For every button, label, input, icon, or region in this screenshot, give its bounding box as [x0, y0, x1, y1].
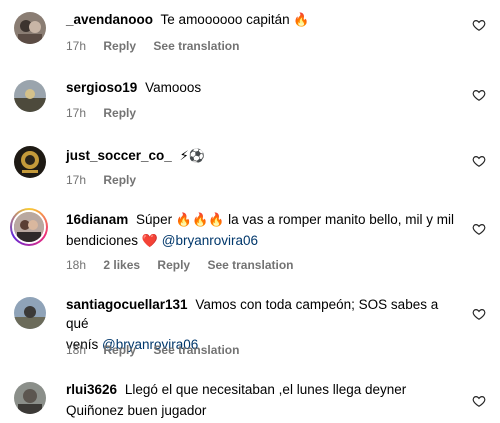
comment-username[interactable]: rlui3626	[66, 382, 117, 397]
comment-text: Quiñonez buen jugador	[66, 403, 207, 418]
comment-text-line: santiagocuellar131 Vamos con toda campeó…	[66, 295, 456, 333]
avatar[interactable]	[14, 12, 46, 44]
avatar-image	[14, 382, 46, 414]
reply-button[interactable]: Reply	[103, 39, 136, 53]
comment-time[interactable]: 17h	[66, 106, 86, 120]
comment-text-line: Quiñonez buen jugador	[66, 401, 456, 420]
heart-outline-icon[interactable]	[472, 18, 486, 32]
comment-time[interactable]: 18h	[66, 343, 86, 357]
comment-username[interactable]: sergioso19	[66, 80, 137, 95]
comment-meta: 17h Reply See translation	[66, 39, 253, 53]
likes-count-button[interactable]: 2 likes	[103, 258, 140, 272]
comment-username[interactable]: _avendanooo	[66, 12, 153, 27]
comment-text-line: sergioso19 Vamooos	[66, 78, 456, 97]
see-translation-button[interactable]: See translation	[153, 39, 239, 53]
see-translation-button[interactable]: See translation	[153, 343, 239, 357]
avatar[interactable]	[14, 146, 46, 178]
comment-meta: 17h Reply	[66, 173, 150, 187]
avatar	[12, 210, 46, 244]
avatar-image	[14, 297, 46, 329]
comment-text: Súper	[136, 212, 173, 227]
comment-time[interactable]: 17h	[66, 39, 86, 53]
comment-text: bendiciones	[66, 233, 139, 248]
avatar-image	[14, 12, 46, 44]
avatar-image	[14, 212, 44, 242]
heart-outline-icon[interactable]	[472, 394, 486, 408]
avatar[interactable]	[14, 382, 46, 414]
comment-text-line: rlui3626 Llegó el que necesitaban ,el lu…	[66, 380, 456, 399]
heart-outline-icon[interactable]	[472, 307, 486, 321]
heart-outline-icon[interactable]	[472, 222, 486, 236]
comment-time[interactable]: 17h	[66, 173, 86, 187]
comment-text: Vamooos	[145, 80, 202, 95]
heart-outline-icon[interactable]	[472, 88, 486, 102]
comment-username[interactable]: santiagocuellar131	[66, 297, 188, 312]
reply-button[interactable]: Reply	[103, 343, 136, 357]
reply-button[interactable]: Reply	[103, 106, 136, 120]
red-heart-emoji: ❤️	[141, 233, 159, 248]
heart-outline-icon[interactable]	[472, 154, 486, 168]
comment-text: Llegó el que necesitaban ,el lunes llega…	[124, 382, 407, 397]
comment-username[interactable]: just_soccer_co_	[66, 148, 172, 163]
comment-text: Te amoooooo capitán	[160, 12, 290, 27]
comment-text: la vas a romper manito bello, mil y mil	[228, 212, 454, 227]
avatar-image	[14, 80, 46, 112]
lightning-soccer-emoji: ⚡⚽	[179, 148, 205, 163]
comment-text-line: just_soccer_co_ ⚡⚽	[66, 146, 456, 165]
comment-list: _avendanooo Te amoooooo capitán 🔥 17h Re…	[0, 0, 500, 423]
comment-meta: 18h 2 likes Reply See translation	[66, 258, 307, 272]
comment-text-line: _avendanooo Te amoooooo capitán 🔥	[66, 10, 456, 29]
avatar[interactable]	[14, 80, 46, 112]
avatar[interactable]	[14, 297, 46, 329]
comment-meta: 17h Reply	[66, 106, 150, 120]
fire-emoji: 🔥🔥🔥	[175, 212, 225, 227]
see-translation-button[interactable]: See translation	[207, 258, 293, 272]
comment-username[interactable]: 16dianam	[66, 212, 128, 227]
comment-text-block: 16dianam Súper 🔥🔥🔥 la vas a romper manit…	[66, 210, 456, 250]
comment-text-block: rlui3626 Llegó el que necesitaban ,el lu…	[66, 380, 456, 420]
reply-button[interactable]: Reply	[103, 173, 136, 187]
avatar-story-ring[interactable]	[10, 208, 48, 246]
reply-button[interactable]: Reply	[157, 258, 190, 272]
comment-time[interactable]: 18h	[66, 258, 86, 272]
mention-link[interactable]: @bryanrovira06	[162, 233, 258, 248]
comment-meta: 18h Reply See translation	[66, 343, 253, 357]
fire-emoji: 🔥	[293, 12, 310, 27]
comment-text-line: bendiciones ❤️ @bryanrovira06	[66, 231, 456, 250]
avatar-image	[14, 146, 46, 178]
comment-text-line: 16dianam Súper 🔥🔥🔥 la vas a romper manit…	[66, 210, 456, 229]
